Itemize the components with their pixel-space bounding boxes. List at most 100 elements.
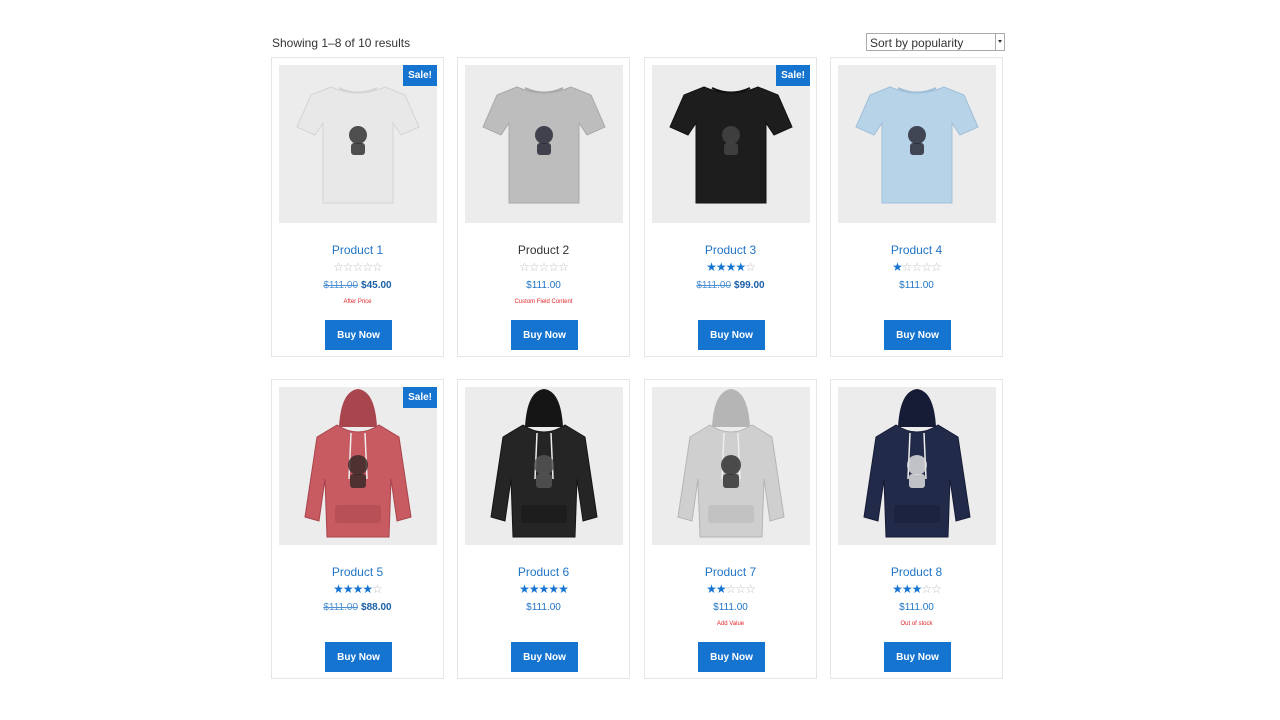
- star-empty-icon: ☆: [901, 260, 913, 274]
- product-card: Sale! Product 5 ★★★★☆ $111.00 $88.00 Buy Now: [271, 379, 444, 679]
- buy-now-button[interactable]: Buy Now: [511, 320, 578, 350]
- buy-now-button[interactable]: Buy Now: [325, 320, 392, 350]
- star-rating: ★★★★★: [458, 583, 629, 595]
- product-note: Custom Field Content: [514, 299, 573, 305]
- star-rating: ★☆☆☆☆: [831, 261, 1002, 273]
- sort-select-value: Sort by popularity: [870, 36, 964, 50]
- product-card: Sale! Product 1 ☆☆☆☆☆ $111.00 $45.00 After Pr…: [271, 57, 444, 357]
- product-card: Product 8 ★★★☆☆ $111.00 Out of stock Buy Now: [830, 379, 1003, 679]
- product-title[interactable]: Product 3: [645, 243, 816, 257]
- star-rating: ★★★★☆: [272, 583, 443, 595]
- product-card: Product 6 ★★★★★ $111.00 Buy Now: [457, 379, 630, 679]
- regular-price: $111.00: [526, 602, 561, 613]
- product-price: $111.00 $99.00: [645, 280, 816, 291]
- product-price: $111.00 $88.00: [272, 602, 443, 613]
- regular-price: $111.00: [899, 280, 934, 291]
- regular-price: $111.00: [323, 280, 359, 291]
- star-empty-icon: ☆: [921, 260, 932, 274]
- star-empty-icon: ☆: [558, 260, 569, 274]
- star-empty-icon: ☆: [362, 260, 373, 274]
- star-filled-icon: ★: [892, 582, 903, 596]
- buy-now-button[interactable]: Buy Now: [698, 642, 765, 672]
- star-empty-icon: ☆: [725, 582, 737, 596]
- product-price: $111.00: [458, 602, 629, 613]
- star-empty-icon: ☆: [372, 260, 383, 274]
- product-image[interactable]: [838, 387, 996, 545]
- star-filled-icon: ★: [362, 582, 373, 596]
- sale-badge: Sale!: [776, 65, 810, 86]
- star-filled-icon: ★: [892, 260, 903, 274]
- product-price: $111.00: [458, 280, 629, 291]
- buy-now-button[interactable]: Buy Now: [325, 642, 392, 672]
- star-rating: ★★☆☆☆: [645, 583, 816, 595]
- star-rating: ★★★★☆: [645, 261, 816, 273]
- product-card: Product 4 ★☆☆☆☆ $111.00 Buy Now: [830, 57, 1003, 357]
- product-title[interactable]: Product 7: [645, 565, 816, 579]
- star-filled-icon: ★: [706, 582, 717, 596]
- product-image[interactable]: Sale!: [652, 65, 810, 223]
- star-empty-icon: ☆: [931, 260, 942, 274]
- star-filled-icon: ★: [548, 582, 559, 596]
- sale-price: $45.00: [361, 280, 392, 291]
- product-title[interactable]: Product 4: [831, 243, 1002, 257]
- product-card: Product 7 ★★☆☆☆ $111.00 Add Value Buy Now: [644, 379, 817, 679]
- buy-now-button[interactable]: Buy Now: [884, 642, 951, 672]
- star-empty-icon: ☆: [352, 260, 364, 274]
- star-filled-icon: ★: [352, 582, 364, 596]
- star-empty-icon: ☆: [538, 260, 550, 274]
- star-filled-icon: ★: [901, 582, 913, 596]
- sale-badge: Sale!: [403, 65, 437, 86]
- star-empty-icon: ☆: [548, 260, 559, 274]
- shop-toolbar: Showing 1–8 of 10 results Sort by popula…: [272, 33, 1005, 53]
- star-filled-icon: ★: [519, 582, 530, 596]
- star-filled-icon: ★: [715, 260, 727, 274]
- regular-price: $111.00: [526, 280, 561, 291]
- product-title[interactable]: Product 5: [272, 565, 443, 579]
- product-image[interactable]: Sale!: [279, 387, 437, 545]
- star-rating: ☆☆☆☆☆: [458, 261, 629, 273]
- star-filled-icon: ★: [706, 260, 717, 274]
- product-note: Add Value: [716, 621, 745, 627]
- star-empty-icon: ☆: [372, 582, 383, 596]
- star-empty-icon: ☆: [333, 260, 344, 274]
- regular-price: $111.00: [696, 280, 732, 291]
- product-image[interactable]: [652, 387, 810, 545]
- sale-price: $99.00: [734, 280, 765, 291]
- star-empty-icon: ☆: [745, 260, 756, 274]
- product-title[interactable]: Product 6: [458, 565, 629, 579]
- product-note: After Price: [343, 299, 372, 305]
- buy-now-button[interactable]: Buy Now: [698, 320, 765, 350]
- star-empty-icon: ☆: [745, 582, 756, 596]
- star-filled-icon: ★: [735, 260, 746, 274]
- product-image[interactable]: Sale!: [279, 65, 437, 223]
- chevron-down-icon[interactable]: [995, 34, 1004, 50]
- star-filled-icon: ★: [725, 260, 737, 274]
- regular-price: $111.00: [323, 602, 359, 613]
- star-filled-icon: ★: [715, 582, 727, 596]
- product-image[interactable]: [838, 65, 996, 223]
- star-rating: ☆☆☆☆☆: [272, 261, 443, 273]
- product-price: $111.00: [831, 602, 1002, 613]
- sort-select[interactable]: Sort by popularity: [866, 33, 1005, 51]
- product-price: $111.00: [831, 280, 1002, 291]
- star-empty-icon: ☆: [342, 260, 354, 274]
- product-title[interactable]: Product 1: [272, 243, 443, 257]
- product-card: Sale! Product 3 ★★★★☆ $111.00 $99.00 Buy Now: [644, 57, 817, 357]
- product-title[interactable]: Product 2: [458, 243, 629, 257]
- star-empty-icon: ☆: [519, 260, 530, 274]
- product-image[interactable]: [465, 387, 623, 545]
- buy-now-button[interactable]: Buy Now: [511, 642, 578, 672]
- result-count: Showing 1–8 of 10 results: [272, 36, 411, 50]
- star-empty-icon: ☆: [921, 582, 932, 596]
- star-filled-icon: ★: [558, 582, 569, 596]
- product-note: Out of stock: [900, 621, 933, 627]
- buy-now-button[interactable]: Buy Now: [884, 320, 951, 350]
- star-rating: ★★★☆☆: [831, 583, 1002, 595]
- sale-price: $88.00: [361, 602, 392, 613]
- product-title[interactable]: Product 8: [831, 565, 1002, 579]
- star-filled-icon: ★: [528, 582, 540, 596]
- star-empty-icon: ☆: [931, 582, 942, 596]
- product-price: $111.00 $45.00: [272, 280, 443, 291]
- product-image[interactable]: [465, 65, 623, 223]
- regular-price: $111.00: [899, 602, 934, 613]
